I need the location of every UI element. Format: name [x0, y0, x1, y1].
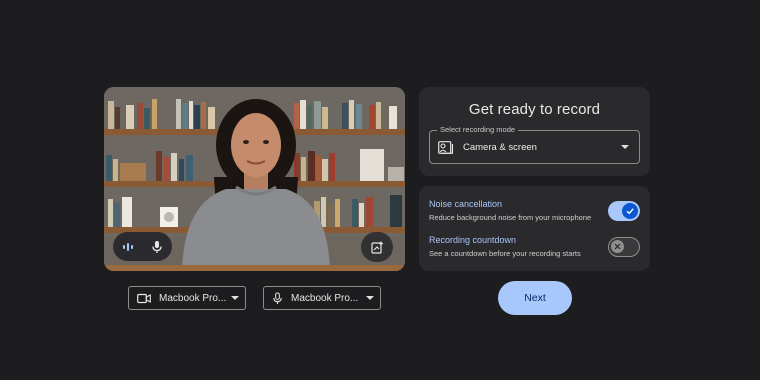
noise-cancellation-toggle[interactable]: [608, 201, 640, 221]
camera-screen-icon: [438, 140, 454, 154]
audio-level-icon: [122, 242, 133, 251]
mic-icon: [151, 240, 162, 253]
close-icon: [614, 243, 621, 250]
mic-icon: [273, 291, 282, 304]
recording-mode-select[interactable]: Select recording mode Camera & screen: [429, 125, 640, 164]
audio-level-button[interactable]: [113, 232, 142, 261]
recording-countdown-toggle[interactable]: [608, 237, 640, 257]
mute-mic-button[interactable]: [142, 232, 171, 261]
recording-options-panel: Noise cancellation Reduce background noi…: [419, 186, 650, 271]
toggle-knob: [611, 240, 624, 253]
add-note-icon: [370, 241, 383, 254]
camera-preview: [104, 87, 405, 271]
toggle-knob: [622, 203, 638, 219]
audio-controls: [113, 232, 172, 261]
microphone-select[interactable]: Macbook Pro...: [263, 286, 381, 310]
chevron-down-icon: [231, 296, 239, 300]
chevron-down-icon: [366, 296, 374, 300]
chevron-down-icon: [621, 145, 629, 149]
next-button[interactable]: Next: [498, 281, 572, 315]
recording-mode-value: Camera & screen: [463, 141, 537, 153]
microphone-select-label: Macbook Pro...: [291, 292, 359, 304]
recording-setup-panel: Get ready to record Select recording mod…: [419, 87, 650, 176]
camera-select[interactable]: Macbook Pro...: [128, 286, 246, 310]
page-title: Get ready to record: [468, 101, 601, 118]
camera-select-label: Macbook Pro...: [159, 292, 227, 304]
recording-mode-legend: Select recording mode: [437, 125, 519, 135]
check-icon: [626, 208, 634, 215]
camera-icon: [137, 293, 151, 303]
add-note-button[interactable]: [361, 232, 393, 262]
